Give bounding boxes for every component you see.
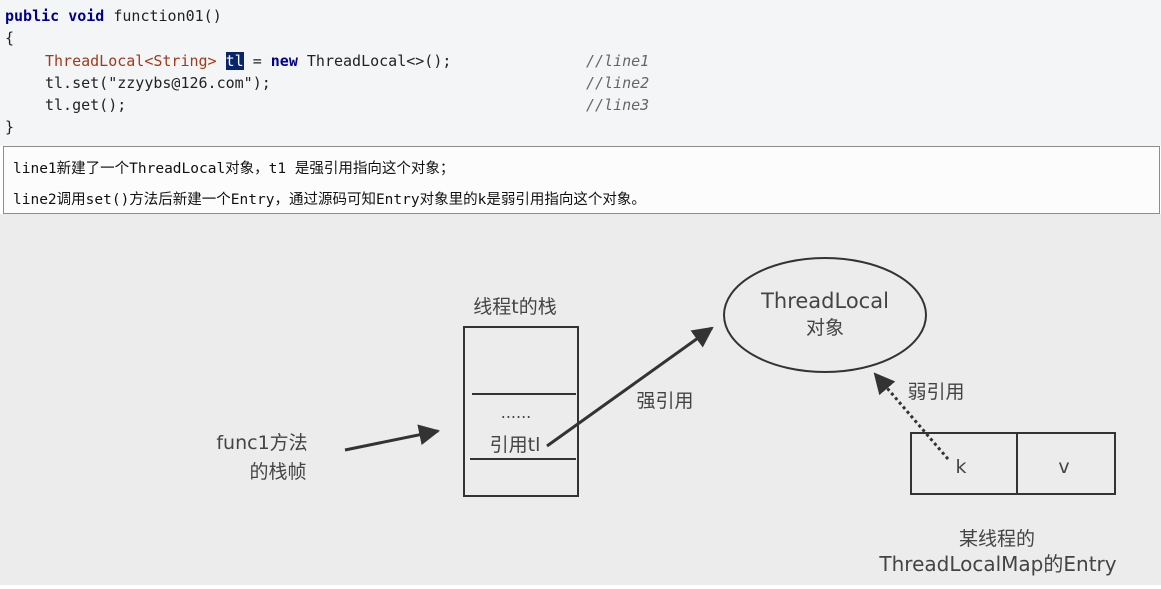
note-line1: line1新建了一个ThreadLocal对象，t1 是强引用指向这个对象； xyxy=(13,161,455,177)
frame-arrow xyxy=(344,424,441,452)
code-variable-highlight[interactable]: tl xyxy=(225,52,244,70)
note-line2: line2调用set()方法后新建一个Entry，通过源码可知Entry对象里的… xyxy=(13,192,646,208)
entry-caption-line1: 某线程的 xyxy=(959,528,1035,550)
stack-title: 线程t的栈 xyxy=(473,296,556,318)
code-line-1: ThreadLocal<String> tl = new ThreadLocal… xyxy=(45,50,451,72)
comment-line2: //line2 xyxy=(586,74,650,92)
code-new-keyword: new xyxy=(270,52,298,70)
code-open-brace: { xyxy=(5,29,15,47)
strong-ref-label: 强引用 xyxy=(636,390,693,412)
frame-label-line1: func1方法 xyxy=(216,432,307,454)
entry-box xyxy=(910,432,1116,495)
diagram-canvas: 线程t的栈 ...... 引用tl func1方法 的栈帧 强引用 Thread… xyxy=(216,257,1117,576)
code-method-name: function01() xyxy=(104,7,222,25)
reference-diagram: 线程t的栈 ...... 引用tl func1方法 的栈帧 强引用 Thread… xyxy=(0,214,1161,585)
code-constructor: ThreadLocal<>(); xyxy=(297,52,452,70)
entry-caption-line2: ThreadLocalMap的Entry xyxy=(878,552,1116,576)
code-type: ThreadLocal<String> xyxy=(45,52,217,70)
code-close-brace: } xyxy=(5,118,15,136)
code-keyword: public void xyxy=(5,7,105,25)
entry-value: v xyxy=(1058,456,1069,478)
code-assign: = xyxy=(243,52,271,70)
stack-ellipsis: ...... xyxy=(501,403,532,422)
code-line-3: tl.get(); xyxy=(45,96,127,114)
frame-label-line2: 的栈帧 xyxy=(249,461,306,483)
comment-line3: //line3 xyxy=(586,96,650,114)
code-line-signature: public void function01() xyxy=(5,5,222,27)
strong-ref-arrow xyxy=(546,326,714,448)
explanation-box: line1新建了一个ThreadLocal对象，t1 是强引用指向这个对象； l… xyxy=(3,146,1160,214)
code-line-2: tl.set("zzyybs@126.com"); xyxy=(45,74,271,92)
threadlocal-object xyxy=(723,257,927,373)
stack-ref-tl: 引用tl xyxy=(490,434,541,456)
entry-key: k xyxy=(955,456,966,478)
threadlocal-label-1: ThreadLocal xyxy=(760,289,889,313)
weak-ref-label: 弱引用 xyxy=(907,381,964,403)
comment-line1: //line1 xyxy=(586,52,650,70)
code-block: public void function01() { ThreadLocal<S… xyxy=(0,0,1161,146)
threadlocal-label-2: 对象 xyxy=(806,317,844,339)
